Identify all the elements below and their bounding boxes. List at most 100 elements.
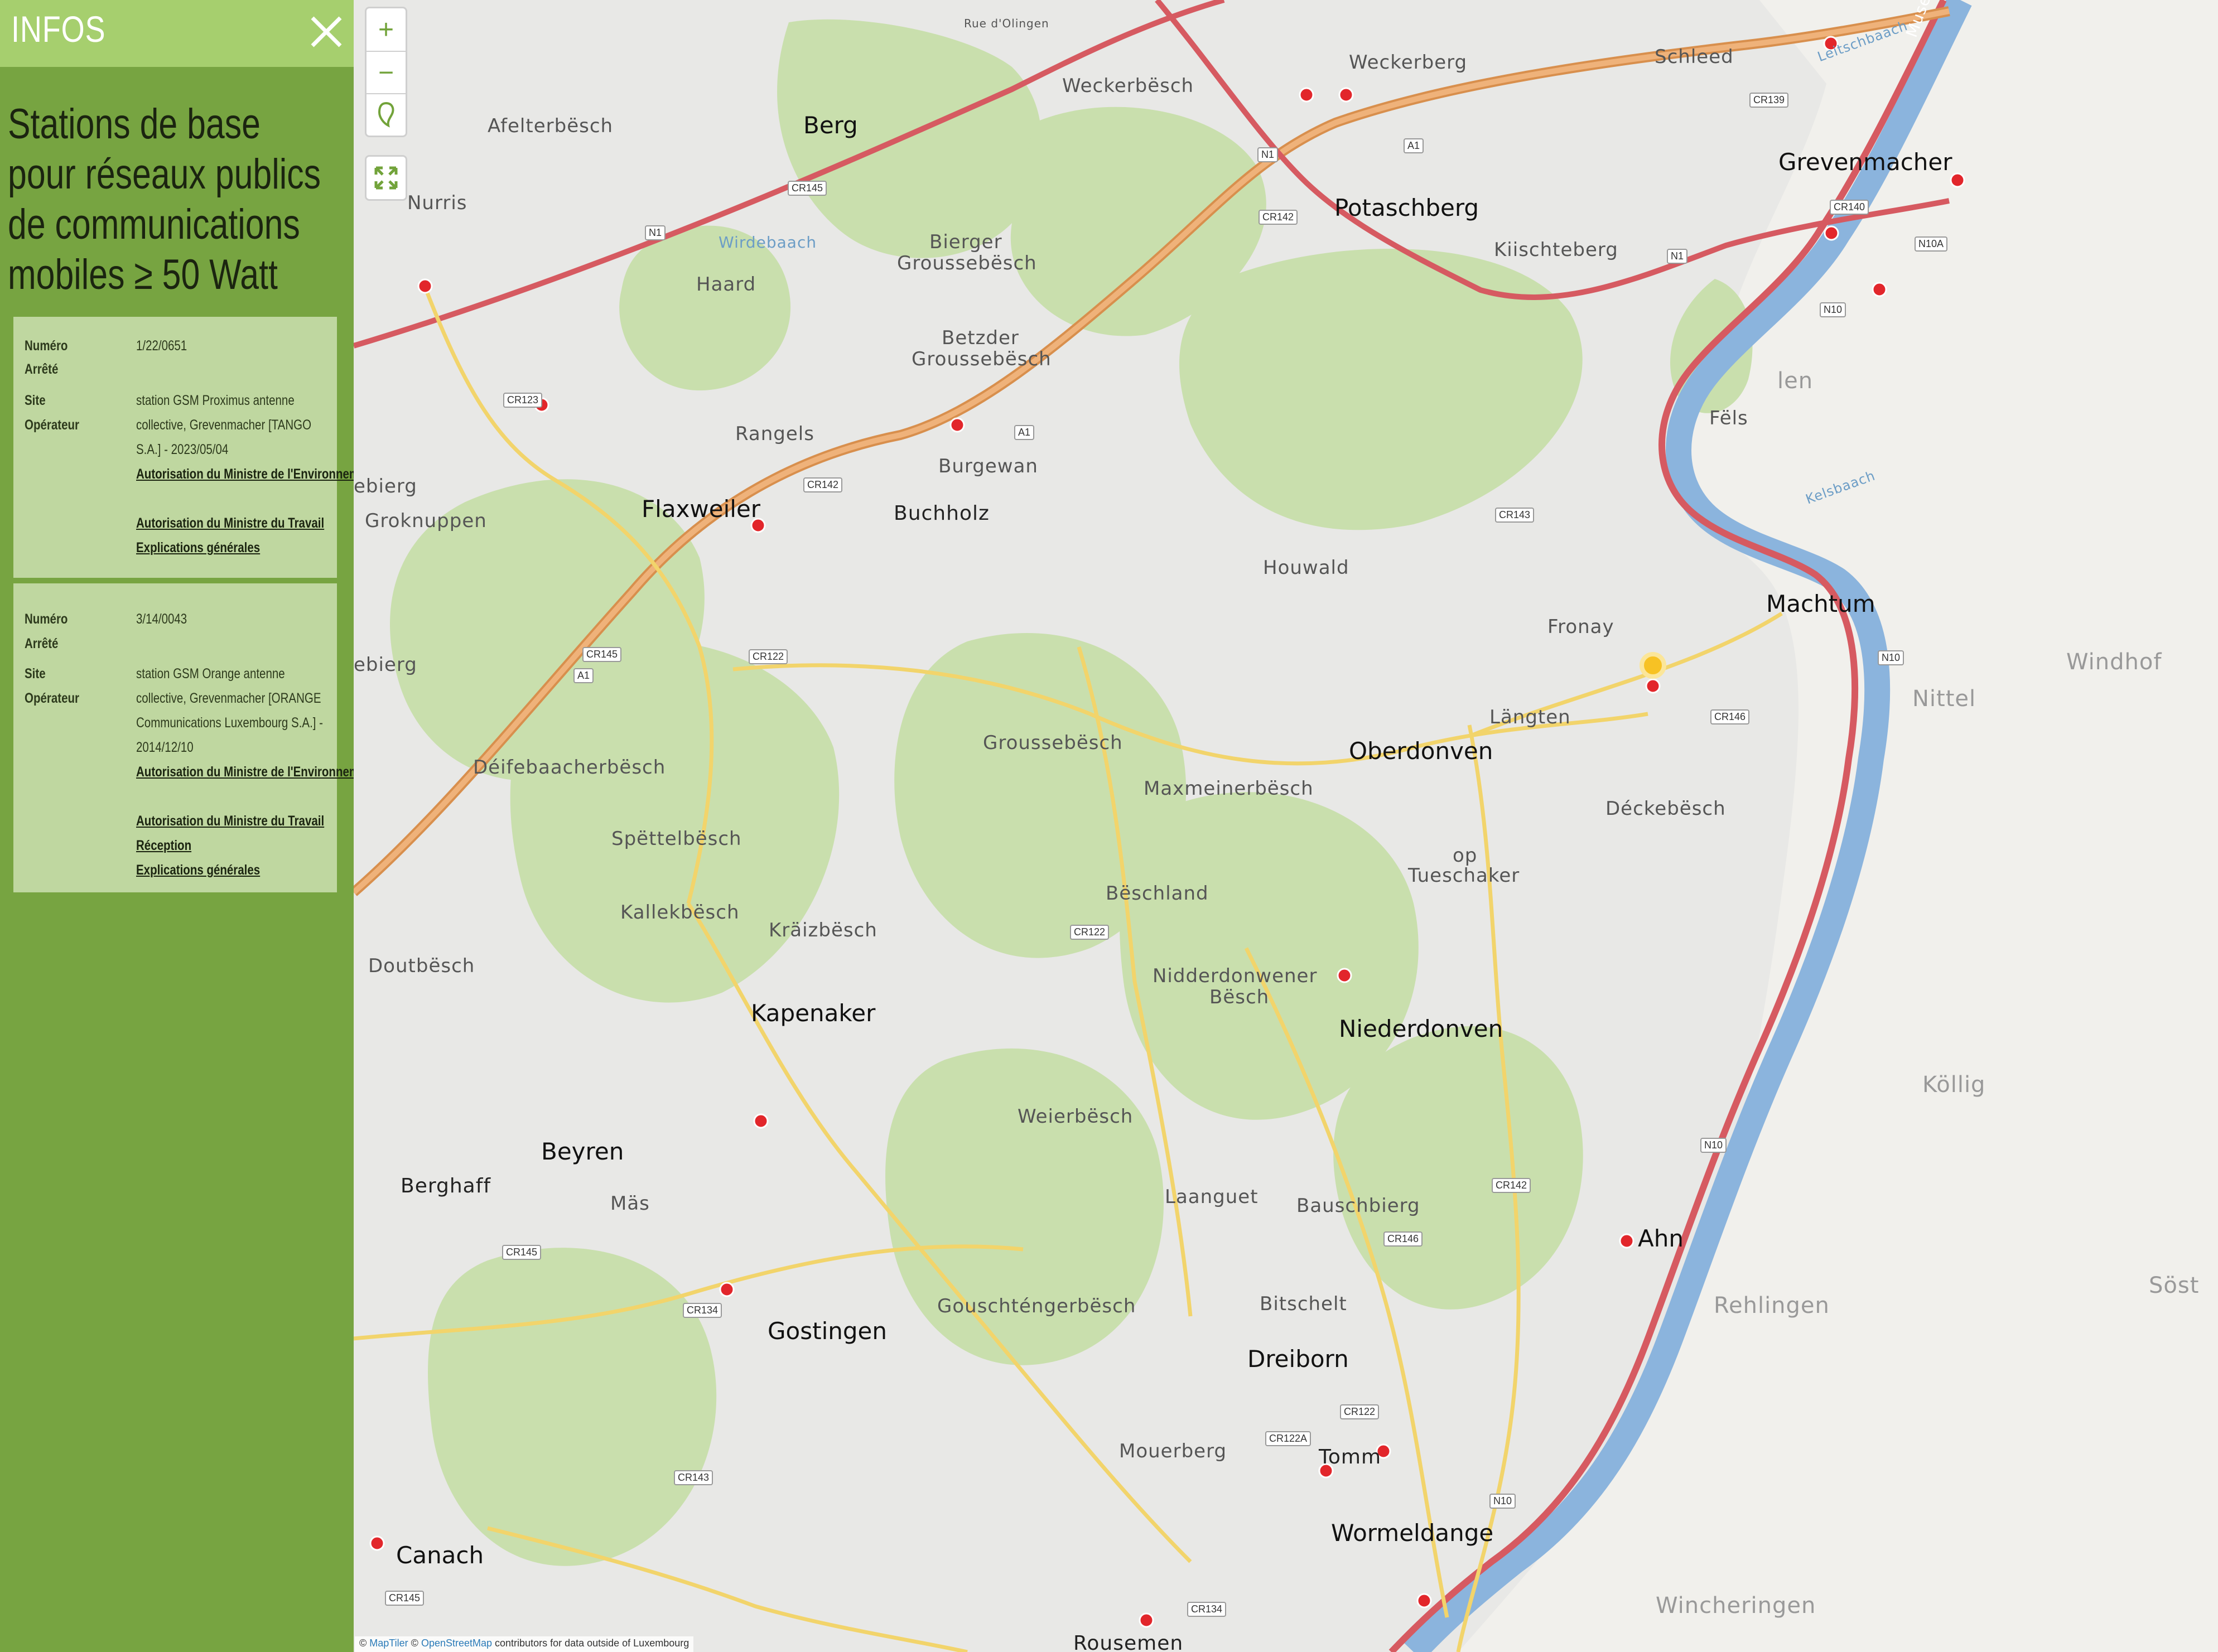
road-shield: A1 bbox=[1404, 138, 1424, 153]
road-shield: A1 bbox=[1014, 425, 1035, 440]
stream-label: Wirdebaach bbox=[719, 233, 817, 252]
road-shield: N1 bbox=[1257, 147, 1279, 162]
road-shield: CR142 bbox=[1259, 210, 1298, 225]
close-icon bbox=[311, 16, 342, 47]
place-label: Köllig bbox=[1922, 1072, 1986, 1098]
road-shield: CR123 bbox=[503, 393, 543, 408]
place-label: Buchholz bbox=[894, 502, 990, 525]
road-shield: CR146 bbox=[1383, 1231, 1423, 1247]
close-button[interactable] bbox=[307, 12, 346, 51]
place-label: Söst bbox=[2149, 1273, 2200, 1298]
locate-button[interactable] bbox=[367, 93, 406, 136]
attribution-prefix: © bbox=[359, 1637, 367, 1649]
place-label: Burgewan bbox=[938, 455, 1038, 477]
road-shield: CR143 bbox=[674, 1470, 713, 1485]
road-shield: CR122A bbox=[1265, 1431, 1311, 1446]
place-label: Bauschbierg bbox=[1296, 1195, 1420, 1217]
road-shield: CR145 bbox=[502, 1245, 542, 1260]
road-shield: CR145 bbox=[788, 181, 827, 196]
zoom-control: + − bbox=[365, 7, 407, 137]
zoom-out-button[interactable]: − bbox=[367, 51, 406, 93]
link-explications[interactable]: Explications générales bbox=[136, 535, 260, 560]
place-label: Bierger bbox=[929, 231, 1002, 253]
road-shield: CR122 bbox=[749, 649, 788, 664]
place-label: Groknuppen bbox=[365, 510, 487, 532]
place-label: Afelterbësch bbox=[488, 115, 614, 137]
link-travail[interactable]: Autorisation du Ministre du Travail bbox=[136, 511, 324, 535]
place-label: Betzder bbox=[942, 327, 1019, 349]
place-label: Rangels bbox=[735, 423, 814, 445]
place-label: Fëls bbox=[1709, 407, 1748, 429]
place-label: Ahn bbox=[1638, 1225, 1684, 1252]
numero-value: 1/22/0651 bbox=[136, 338, 187, 354]
fullscreen-icon bbox=[374, 166, 398, 190]
place-label: Kiischteberg bbox=[1494, 239, 1618, 261]
place-label: Dreiborn bbox=[1247, 1345, 1349, 1373]
place-label: Bitschelt bbox=[1260, 1293, 1347, 1315]
road-shield: CR139 bbox=[1749, 93, 1789, 108]
sidebar-header: INFOS bbox=[0, 0, 354, 67]
numero-value: 3/14/0043 bbox=[136, 611, 187, 627]
place-label: Laanguet bbox=[1165, 1186, 1259, 1208]
road-shield: CR122 bbox=[1340, 1404, 1380, 1419]
arrete-label: Arrêté bbox=[25, 636, 59, 651]
maptiler-link[interactable]: MapTiler bbox=[369, 1637, 408, 1649]
place-label: Groussebësch bbox=[912, 348, 1052, 370]
osm-link[interactable]: OpenStreetMap bbox=[421, 1637, 492, 1649]
site-label: Site bbox=[25, 666, 46, 682]
place-label: Weckerbësch bbox=[1062, 75, 1194, 97]
road-shield: N1 bbox=[645, 225, 666, 240]
place-label: ebierg bbox=[354, 654, 417, 676]
link-explications[interactable]: Explications générales bbox=[136, 858, 260, 882]
map-view[interactable]: Berg Flaxweiler Buchholz Potaschberg Gre… bbox=[354, 0, 2218, 1652]
road-shield: N10 bbox=[1700, 1138, 1727, 1153]
attribution-suffix: contributors for data outside of Luxembo… bbox=[495, 1637, 689, 1649]
selected-station-marker[interactable] bbox=[1640, 652, 1666, 679]
place-label: Wincheringen bbox=[1656, 1593, 1816, 1619]
place-label: Doutbësch bbox=[368, 955, 475, 977]
arrete-label: Arrêté bbox=[25, 361, 59, 377]
place-label: Nittel bbox=[1912, 686, 1976, 712]
place-label: Potaschberg bbox=[1334, 194, 1479, 221]
place-label: Grevenmacher bbox=[1778, 148, 1952, 176]
place-label: Wormeldange bbox=[1331, 1519, 1494, 1547]
site-value: station GSM Proximus antenne collective,… bbox=[136, 393, 312, 457]
place-label: len bbox=[1777, 368, 1814, 394]
road-shield: N10A bbox=[1915, 236, 1948, 252]
place-label: Haard bbox=[696, 273, 756, 296]
road-shield: CR146 bbox=[1710, 709, 1750, 724]
place-label: Niederdonven bbox=[1339, 1015, 1503, 1042]
road-shield: CR142 bbox=[803, 477, 843, 492]
sidebar-title: INFOS bbox=[11, 8, 106, 50]
road-shield: N10 bbox=[1878, 650, 1904, 665]
zoom-in-button[interactable]: + bbox=[367, 8, 406, 51]
place-label: Berghaff bbox=[401, 1175, 491, 1197]
operateur-label: Opérateur bbox=[25, 690, 79, 706]
place-label: ebierg bbox=[354, 475, 417, 497]
place-label: Déckebësch bbox=[1605, 798, 1726, 820]
place-label: Schleed bbox=[1655, 46, 1734, 68]
station-record: Numéro Arrêté 3/14/0043 Site Opérateur s… bbox=[13, 583, 442, 892]
site-value: station GSM Orange antenne collective, G… bbox=[136, 666, 323, 755]
place-label: Kallekbësch bbox=[620, 901, 740, 924]
map-attribution: © MapTiler © OpenStreetMap contributors … bbox=[355, 1636, 694, 1652]
street-label: Rue d'Olingen bbox=[964, 17, 1049, 30]
link-reception[interactable]: Réception bbox=[136, 833, 191, 858]
operateur-label: Opérateur bbox=[25, 417, 79, 433]
road-shield: CR145 bbox=[385, 1591, 425, 1606]
place-label: Groussebësch bbox=[983, 732, 1123, 754]
place-label: Spëttelbësch bbox=[611, 828, 742, 850]
link-travail[interactable]: Autorisation du Ministre du Travail bbox=[136, 809, 324, 833]
place-label: Nidderdonwener bbox=[1153, 965, 1318, 987]
station-record: Numéro Arrêté 1/22/0651 Site Opérateur s… bbox=[13, 317, 442, 578]
numero-label: Numéro bbox=[25, 338, 68, 354]
place-label: Gouschténgerbësch bbox=[937, 1295, 1136, 1317]
place-label: Weierbësch bbox=[1018, 1105, 1134, 1128]
fullscreen-button[interactable] bbox=[367, 157, 406, 199]
info-sidebar: INFOS Stations de base pour réseaux publ… bbox=[0, 0, 442, 1652]
place-label: Rousemen bbox=[1073, 1632, 1184, 1652]
place-label: Bësch bbox=[1209, 986, 1270, 1008]
place-label: Längten bbox=[1489, 706, 1571, 728]
road-shield: N10 bbox=[1820, 302, 1846, 317]
place-label: Maxmeinerbësch bbox=[1144, 777, 1314, 800]
